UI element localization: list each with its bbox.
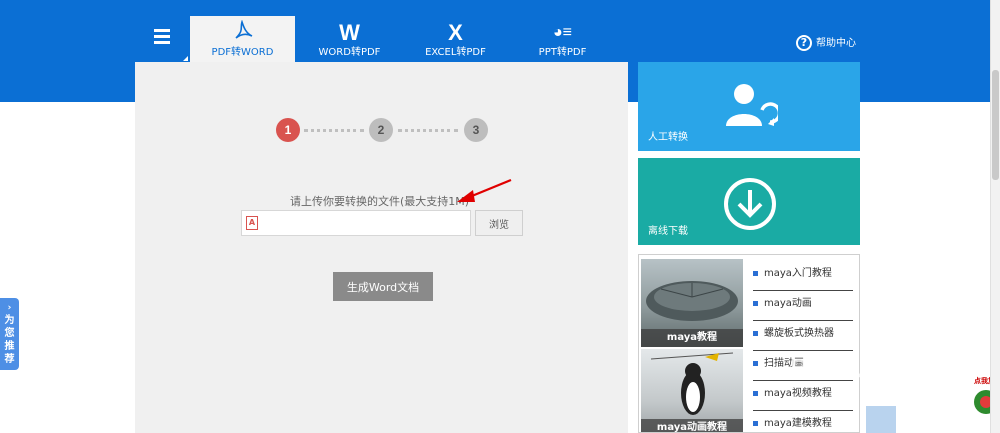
list-item[interactable]: maya视频教程 — [753, 381, 853, 411]
offline-download-label: 离线下载 — [648, 226, 688, 237]
bullet-icon — [753, 330, 758, 336]
thumb-caption: maya教程 — [641, 329, 743, 347]
recommend-panel: maya教程 maya动画教程 maya入门教程 maya动画 螺旋板式换热器 … — [638, 254, 860, 433]
ppt-icon: ◕≡ — [553, 24, 572, 41]
corner-marker — [183, 56, 188, 61]
list-item[interactable]: maya建模教程 — [753, 411, 853, 432]
help-label: 帮助中心 — [816, 38, 856, 49]
excel-icon: X — [448, 20, 463, 45]
step-dots — [304, 129, 364, 132]
stadium-image-icon — [646, 281, 738, 321]
arrow-annotation-icon — [457, 178, 512, 202]
user-convert-icon — [726, 84, 778, 126]
tab-label: PPT转PDF — [538, 47, 587, 58]
word-icon: W — [339, 20, 360, 45]
scrollbar-thumb[interactable] — [992, 70, 999, 180]
tab-word-to-pdf[interactable]: W WORD转PDF — [297, 16, 402, 62]
thumb-maya-animation[interactable]: maya动画教程 — [641, 349, 743, 432]
avatar[interactable] — [866, 406, 896, 433]
list-item[interactable]: maya入门教程 — [753, 261, 853, 291]
side-recommend-tab[interactable]: › 为您推荐 — [0, 298, 19, 370]
tab-ppt-to-pdf[interactable]: ◕≡ PPT转PDF — [510, 16, 615, 62]
penguin-image-icon — [650, 352, 734, 415]
tab-pdf-to-word[interactable]: PDF转WORD — [190, 16, 295, 62]
file-field[interactable]: A — [241, 210, 471, 236]
pdf-file-icon: A — [246, 216, 258, 230]
watermark-logo: Bai du 经验 — [790, 353, 929, 383]
download-icon — [724, 178, 776, 230]
menu-icon[interactable] — [148, 26, 176, 50]
bullet-icon — [753, 420, 758, 426]
tab-label: WORD转PDF — [318, 47, 381, 58]
list-item[interactable]: 螺旋板式换热器 — [753, 321, 853, 351]
browse-button[interactable]: 浏览 — [475, 210, 523, 236]
step-3: 3 — [464, 118, 488, 142]
chevron-right-icon: › — [7, 303, 12, 313]
bullet-icon — [753, 390, 758, 396]
manual-convert-label: 人工转换 — [648, 132, 688, 143]
tab-excel-to-pdf[interactable]: X EXCEL转PDF — [403, 16, 508, 62]
thumb-caption: maya动画教程 — [641, 419, 743, 432]
help-center-link[interactable]: ? 帮助中心 — [796, 35, 856, 53]
bullet-icon — [753, 360, 758, 366]
manual-convert-tile[interactable]: 人工转换 — [638, 62, 860, 151]
offline-download-tile[interactable]: 离线下载 — [638, 158, 860, 245]
help-icon: ? — [796, 35, 812, 51]
tab-label: EXCEL转PDF — [425, 47, 486, 58]
bullet-icon — [753, 300, 758, 306]
side-recommend-label: 为您推荐 — [4, 315, 15, 365]
step-1: 1 — [276, 118, 300, 142]
upload-hint: 请上传你要转换的文件(最大支持1M) — [290, 195, 470, 208]
list-item[interactable]: maya动画 — [753, 291, 853, 321]
scrollbar[interactable] — [990, 0, 1000, 433]
file-path-input[interactable] — [264, 214, 464, 232]
recommend-list: maya入门教程 maya动画 螺旋板式换热器 扫描动画 maya视频教程 ma… — [753, 261, 853, 432]
step-dots — [398, 129, 458, 132]
generate-word-button[interactable]: 生成Word文档 — [333, 272, 433, 301]
pdf-icon — [190, 19, 295, 46]
tab-label: PDF转WORD — [211, 47, 274, 58]
thumb-maya-tutorial[interactable]: maya教程 — [641, 259, 743, 347]
bullet-icon — [753, 270, 758, 276]
step-2: 2 — [369, 118, 393, 142]
converter-panel: 1 2 3 请上传你要转换的文件(最大支持1M) A 浏览 生成Word文档 — [135, 62, 628, 433]
